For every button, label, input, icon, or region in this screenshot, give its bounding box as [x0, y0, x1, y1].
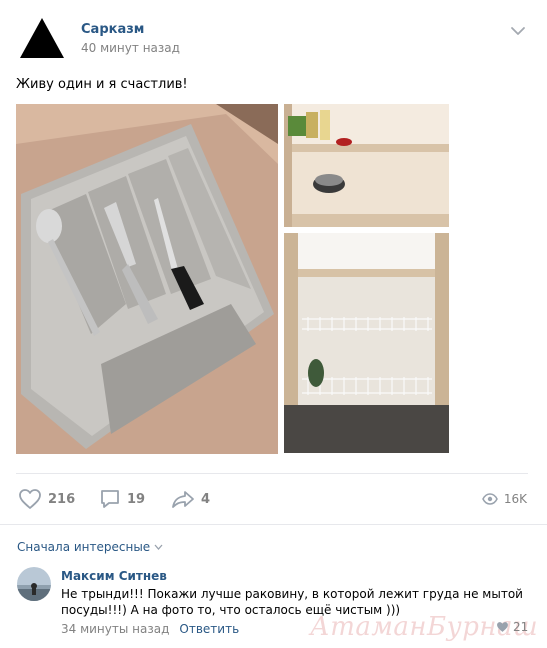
photo-cutlery-tray[interactable] — [16, 104, 278, 454]
share-arrow-icon — [172, 491, 194, 508]
comment-author[interactable]: Максим Ситнев — [61, 569, 167, 583]
post-actions: 216 19 4 16K — [0, 482, 547, 516]
speech-bubble-icon — [101, 490, 119, 508]
divider — [0, 524, 547, 525]
share-count: 4 — [201, 491, 211, 507]
post-time[interactable]: 40 минут назад — [81, 41, 180, 55]
views-count: 16K — [503, 492, 527, 506]
chevron-down-icon — [154, 544, 163, 550]
post-text: Живу один и я счастлив! — [16, 77, 188, 92]
avatar[interactable] — [17, 567, 51, 601]
eye-icon — [482, 493, 498, 505]
photo-dish-rack[interactable] — [284, 233, 449, 453]
like-count: 216 — [48, 491, 76, 507]
comment-count: 19 — [127, 491, 146, 507]
post-header: Сарказм 40 минут назад — [0, 0, 547, 70]
heart-icon — [19, 489, 41, 509]
comment-button[interactable]: 19 — [99, 482, 145, 516]
comment-time[interactable]: 34 минуты назад — [61, 622, 169, 636]
share-button[interactable]: 4 — [171, 482, 210, 516]
like-button[interactable]: 216 — [18, 482, 75, 516]
comment-like-count: 21 — [513, 620, 529, 634]
heart-icon — [497, 622, 508, 632]
views-counter: 16K — [482, 482, 527, 516]
divider — [16, 473, 528, 474]
chevron-down-icon[interactable] — [509, 24, 527, 38]
reply-button[interactable]: Ответить — [179, 622, 239, 636]
comments-sort-dropdown[interactable]: Сначала интересные — [17, 540, 163, 554]
community-avatar[interactable] — [20, 18, 64, 58]
comment-like-button[interactable]: 21 — [496, 620, 528, 634]
post-author[interactable]: Сарказм — [81, 22, 144, 37]
sort-label: Сначала интересные — [17, 540, 151, 554]
photo-cabinet-shelves[interactable] — [284, 104, 449, 227]
comment-meta: 34 минуты назад Ответить — [61, 622, 239, 636]
